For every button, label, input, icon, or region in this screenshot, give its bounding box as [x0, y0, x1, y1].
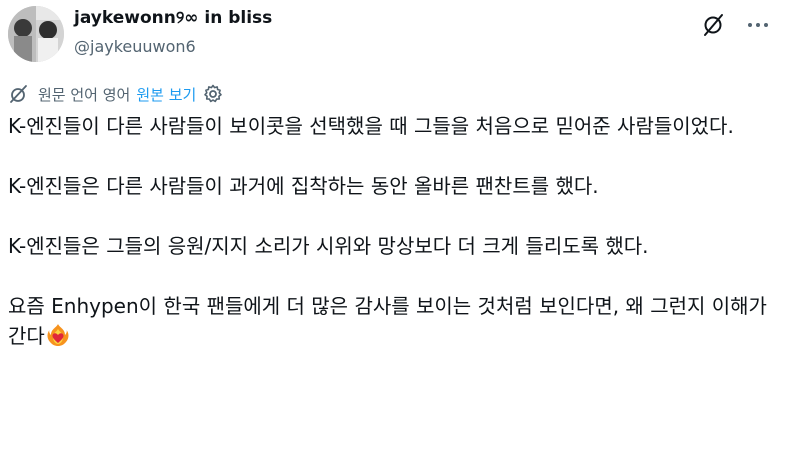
tweet-paragraph-4-text: 요즘 Enhypen이 한국 팬들에게 더 많은 감사를 보이는 것처럼 보인다…	[8, 294, 767, 348]
tweet-text: K-엔진들이 다른 사람들이 보이콧을 선택했을 때 그들을 처음으로 믿어준 …	[8, 111, 778, 381]
display-name[interactable]: jaykewonn୨∞ in bliss	[74, 6, 272, 30]
avatar[interactable]	[8, 6, 64, 62]
translate-icon	[8, 83, 30, 105]
grok-icon[interactable]	[699, 10, 729, 40]
more-options-icon[interactable]	[743, 10, 773, 40]
heart-on-fire-emoji-icon	[45, 322, 71, 348]
show-original-link[interactable]: 원본 보기	[136, 84, 196, 105]
settings-gear-icon[interactable]	[202, 83, 224, 105]
tweet-paragraph-1: K-엔진들이 다른 사람들이 보이콧을 선택했을 때 그들을 처음으로 믿어준 …	[8, 114, 734, 138]
translation-bar: 원문 언어 영어 원본 보기	[8, 83, 224, 105]
translation-source-label: 원문 언어 영어	[38, 85, 131, 104]
tweet-paragraph-2: K-엔진들은 다른 사람들이 과거에 집착하는 동안 올바른 팬찬트를 했다.	[8, 174, 599, 198]
tweet-paragraph-3: K-엔진들은 그들의 응원/지지 소리가 시위와 망상보다 더 크게 들리도록 …	[8, 234, 649, 258]
user-handle[interactable]: @jaykeuuwon6	[74, 36, 272, 58]
user-info: jaykewonn୨∞ in bliss @jaykeuuwon6	[74, 6, 272, 58]
tweet-paragraph-4: 요즘 Enhypen이 한국 팬들에게 더 많은 감사를 보이는 것처럼 보인다…	[8, 291, 778, 351]
header-actions	[699, 10, 773, 40]
tweet-header: jaykewonn୨∞ in bliss @jaykeuuwon6	[8, 6, 789, 66]
